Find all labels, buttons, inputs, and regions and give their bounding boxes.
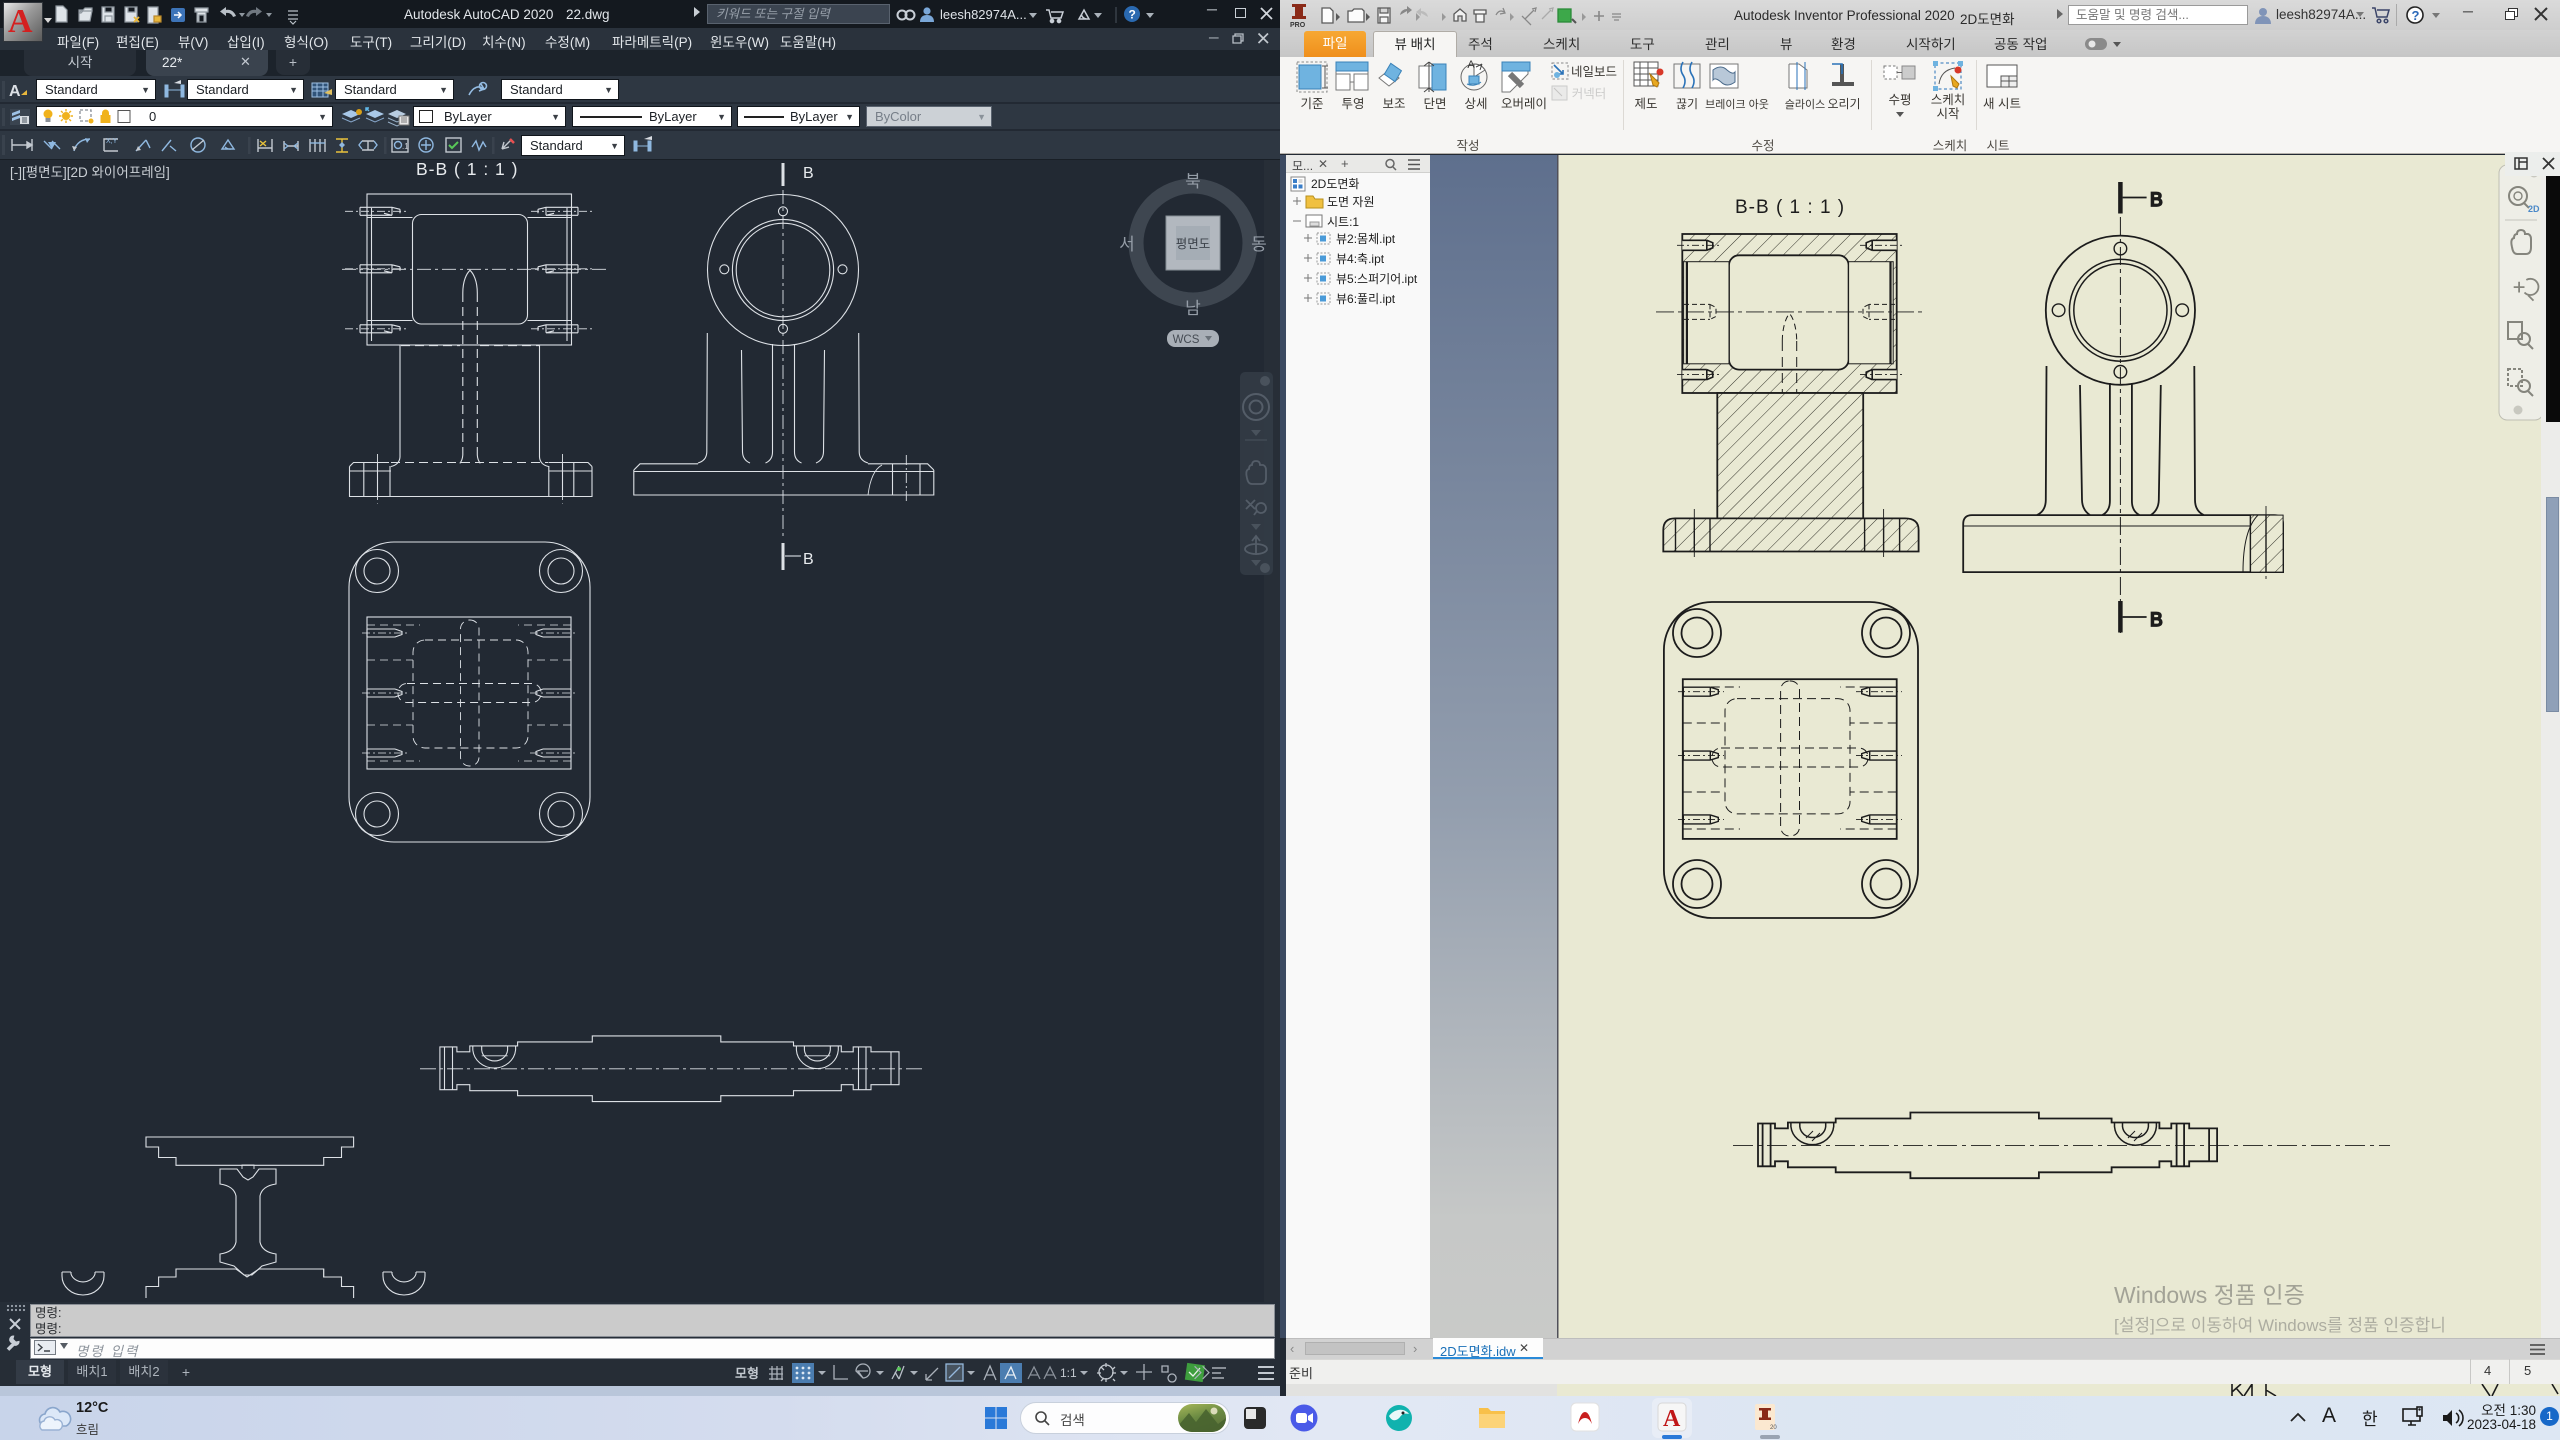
- svg-text:1:1: 1:1: [1060, 1366, 1077, 1380]
- svg-text:뷰5:스퍼기어.ipt: 뷰5:스퍼기어.ipt: [1336, 272, 1418, 286]
- svg-text:leesh82974A...: leesh82974A...: [940, 7, 1027, 22]
- svg-text:네일보드: 네일보드: [1571, 65, 1617, 79]
- svg-text:?: ?: [2412, 8, 2420, 23]
- svg-text:수평: 수평: [1888, 93, 1911, 107]
- svg-text:B: B: [803, 551, 814, 568]
- svg-text:시작: 시작: [1936, 107, 1960, 121]
- svg-text:2D: 2D: [2528, 204, 2540, 214]
- svg-text:스케치: 스케치: [1931, 93, 1966, 107]
- svg-text:WCS: WCS: [1173, 334, 1200, 346]
- svg-text:PRO: PRO: [1290, 22, 1306, 28]
- svg-text:X,Y: X,Y: [106, 138, 118, 145]
- svg-text:20: 20: [1770, 1425, 1777, 1431]
- svg-text:[설정]으로 이동하여 Windows를 정품 인증합니: [설정]으로 이동하여 Windows를 정품 인증합니: [2114, 1316, 2446, 1335]
- svg-text:B: B: [2150, 610, 2163, 631]
- svg-text:제도: 제도: [1634, 97, 1657, 111]
- svg-text:2D도면화: 2D도면화: [1311, 177, 1359, 191]
- svg-text:남: 남: [1185, 299, 1201, 318]
- svg-text:B: B: [2150, 190, 2163, 211]
- svg-text:상세: 상세: [1464, 97, 1487, 111]
- svg-text:투영: 투영: [1341, 97, 1364, 111]
- svg-text:커넥터: 커넥터: [1572, 87, 1607, 101]
- svg-text:B: B: [803, 165, 814, 182]
- svg-text:단면: 단면: [1423, 97, 1446, 111]
- svg-text:B-B ( 1 : 1 ): B-B ( 1 : 1 ): [416, 160, 518, 179]
- svg-text:오리기: 오리기: [1827, 97, 1860, 111]
- svg-text:뷰6:풀리.ipt: 뷰6:풀리.ipt: [1336, 292, 1396, 306]
- svg-text:시트:1: 시트:1: [1327, 215, 1359, 229]
- svg-text:[-][평면도][2D 와이어프레임]: [-][평면도][2D 와이어프레임]: [10, 165, 170, 180]
- svg-text:B-B ( 1 : 1 ): B-B ( 1 : 1 ): [1735, 197, 1845, 218]
- svg-text:새 시트: 새 시트: [1983, 97, 2021, 111]
- svg-text:평면도: 평면도: [1176, 237, 1211, 251]
- svg-text:?: ?: [1129, 8, 1136, 22]
- svg-text:기준: 기준: [1300, 97, 1323, 111]
- svg-text:슬라이스: 슬라이스: [1785, 98, 1825, 111]
- svg-text:A: A: [9, 83, 21, 100]
- svg-text:동: 동: [1251, 235, 1267, 254]
- svg-text:브레이크 아웃: 브레이크 아웃: [1705, 98, 1769, 111]
- svg-text:끊기: 끊기: [1676, 97, 1698, 111]
- svg-text:오버레이: 오버레이: [1501, 97, 1547, 111]
- svg-text:A: A: [1663, 1406, 1681, 1432]
- svg-text:보조: 보조: [1382, 97, 1405, 111]
- svg-text:서: 서: [1119, 235, 1135, 254]
- svg-text:Windows 정품 인증: Windows 정품 인증: [2114, 1282, 2305, 1308]
- svg-text:뷰4:축.ipt: 뷰4:축.ipt: [1336, 252, 1385, 266]
- svg-text:A: A: [1467, 60, 1475, 71]
- svg-text:도면 자원: 도면 자원: [1327, 195, 1375, 209]
- svg-text:.1: .1: [402, 142, 409, 151]
- svg-text:뷰2:몸체.ipt: 뷰2:몸체.ipt: [1336, 232, 1396, 246]
- svg-text:북: 북: [1185, 172, 1201, 191]
